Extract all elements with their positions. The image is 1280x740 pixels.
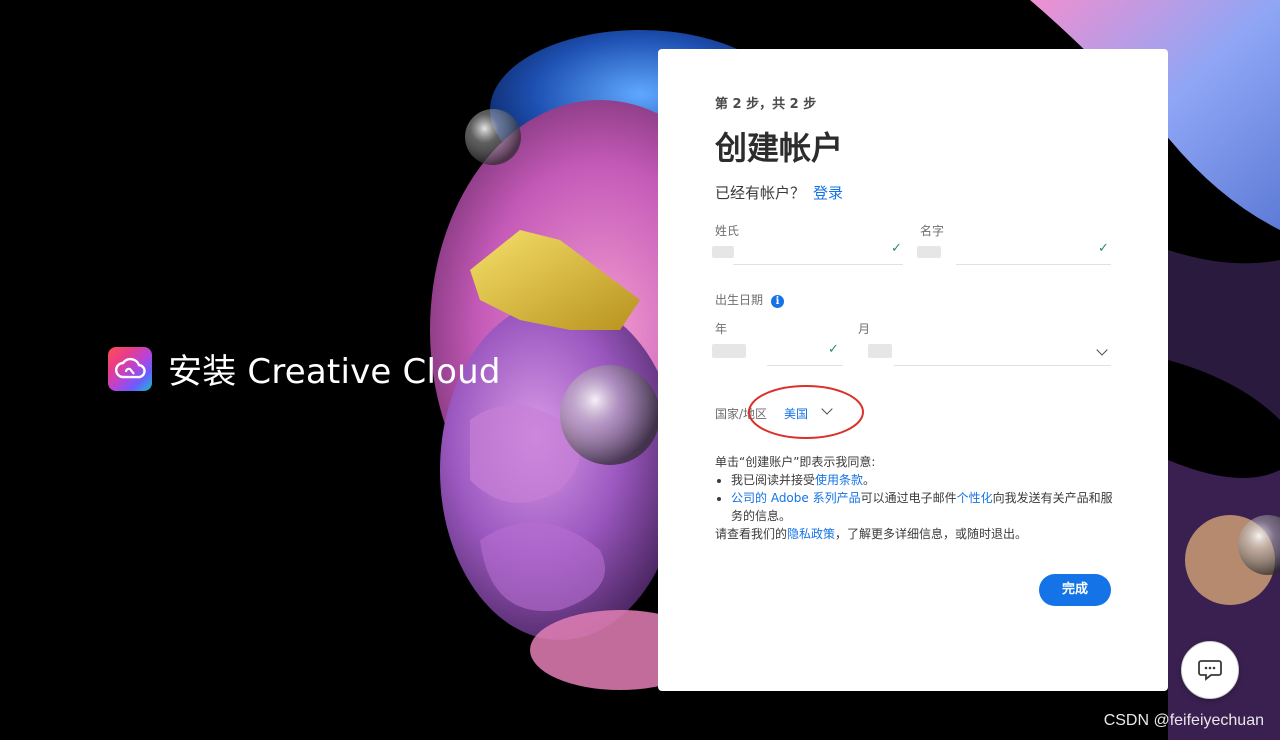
glass-bubble-2	[560, 365, 660, 465]
privacy-row: 请查看我们的隐私政策，了解更多详细信息，或随时退出。	[715, 525, 1115, 543]
terms-item-1-suffix: 。	[863, 473, 876, 487]
privacy-prefix: 请查看我们的	[715, 527, 788, 541]
year-underline	[767, 365, 843, 366]
terms-item-1: 我已阅读并接受使用条款。	[731, 471, 1115, 489]
signin-link[interactable]: 登录	[813, 184, 843, 202]
adobe-family-link[interactable]: 公司的 Adobe 系列产品	[731, 491, 861, 505]
month-select[interactable]: 月	[858, 320, 1111, 368]
year-field[interactable]: 年 ✓	[712, 320, 843, 368]
right-mid-art	[1168, 250, 1280, 420]
month-underline	[894, 365, 1111, 366]
terms-of-use-link[interactable]: 使用条款	[815, 473, 863, 487]
last-name-label: 姓氏	[715, 224, 740, 238]
brand-title: 安装 Creative Cloud	[168, 352, 501, 392]
create-account-card: 第 2 步，共 2 步 创建帐户 已经有帐户？ 登录 姓氏 ✓ 名字 ✓ 出生日期…	[658, 49, 1168, 691]
last-name-field[interactable]: 姓氏 ✓	[712, 222, 903, 266]
month-chevron-down-icon	[1096, 344, 1108, 356]
dob-label: 出生日期	[715, 293, 764, 307]
last-name-checkmark-icon: ✓	[891, 241, 902, 256]
done-button[interactable]: 完成	[1039, 574, 1111, 606]
app-window: 安装 Creative Cloud 第 2 步，共 2 步 创建帐户 已经有帐户…	[0, 0, 1280, 740]
have-account-text: 已经有帐户？	[715, 184, 806, 202]
first-name-field[interactable]: 名字 ✓	[917, 222, 1111, 266]
month-value-redacted	[868, 344, 892, 358]
brand-header: 安装 Creative Cloud	[108, 344, 501, 393]
first-name-checkmark-icon: ✓	[1098, 241, 1109, 256]
first-name-underline	[956, 264, 1111, 265]
dob-label-row: 出生日期 i	[715, 289, 915, 308]
chat-button[interactable]	[1181, 641, 1239, 699]
privacy-policy-link[interactable]: 隐私政策	[787, 527, 835, 541]
privacy-suffix: ，了解更多详细信息，或随时退出。	[835, 527, 1028, 541]
page-title: 创建帐户	[715, 129, 844, 167]
glass-bubble-1	[465, 109, 521, 165]
last-name-underline	[733, 264, 903, 265]
year-label: 年	[715, 322, 728, 336]
year-value-redacted	[712, 344, 746, 358]
first-name-label: 名字	[920, 224, 945, 238]
month-label: 月	[858, 322, 871, 336]
info-icon[interactable]: i	[771, 295, 785, 308]
annotation-circle	[748, 385, 864, 439]
first-name-value-redacted	[917, 246, 941, 258]
terms-intro: 单击“创建账户”即表示我同意:	[715, 455, 876, 469]
step-indicator: 第 2 步，共 2 步	[715, 97, 817, 112]
terms-item-1-text: 我已阅读并接受	[731, 473, 816, 487]
terms-list: 我已阅读并接受使用条款。 公司的 Adobe 系列产品可以通过电子邮件个性化向我…	[715, 471, 1115, 525]
creative-cloud-logo-icon	[108, 346, 152, 391]
terms-item-2: 公司的 Adobe 系列产品可以通过电子邮件个性化向我发送有关产品和服务的信息。	[731, 489, 1115, 525]
last-name-value-redacted	[712, 246, 734, 258]
year-checkmark-icon: ✓	[828, 342, 839, 357]
personalize-link[interactable]: 个性化	[957, 491, 993, 505]
terms-item-2-text: 可以通过电子邮件	[860, 491, 957, 505]
chat-bubble-icon	[1198, 660, 1222, 681]
watermark: CSDN @feifeiyechuan	[1103, 712, 1264, 729]
have-account-row: 已经有帐户？ 登录	[715, 182, 1112, 203]
terms-text: 单击“创建账户”即表示我同意: 我已阅读并接受使用条款。 公司的 Adobe 系…	[715, 453, 1115, 543]
